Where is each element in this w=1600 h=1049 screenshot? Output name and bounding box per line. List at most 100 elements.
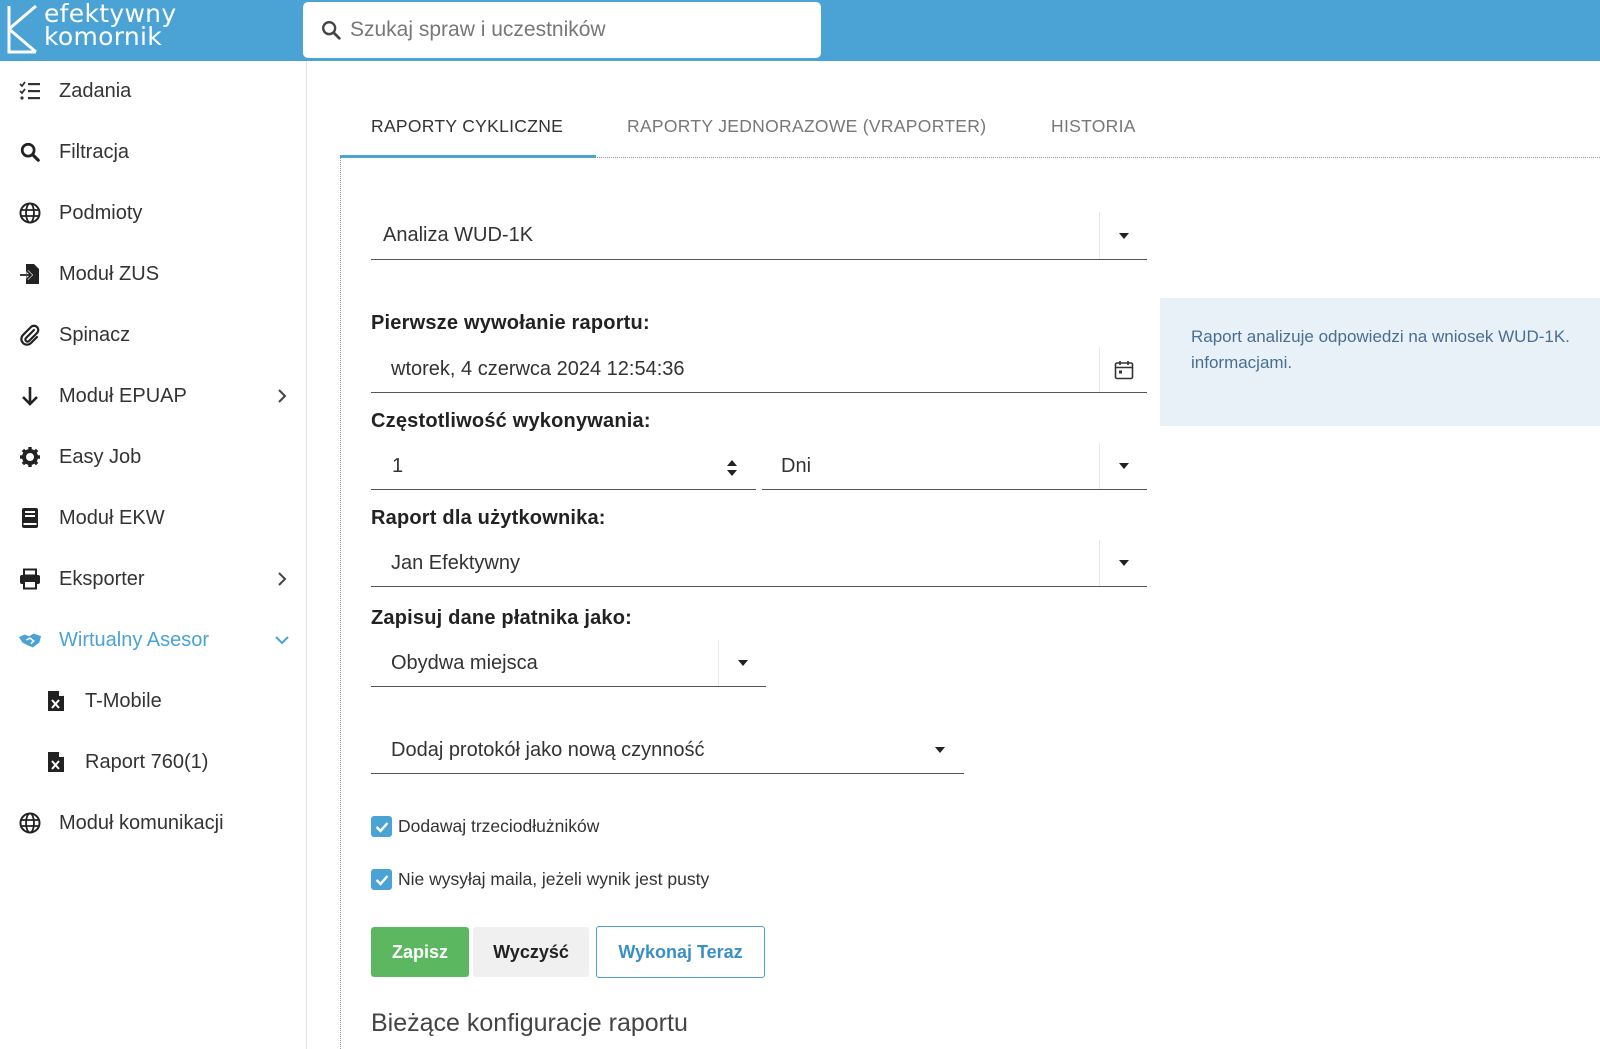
checkbox-nie-wysylaj-maila[interactable]: Nie wysyłaj maila, jeżeli wynik jest pus… — [371, 869, 709, 890]
sidebar-item-modul-komunikacji[interactable]: Moduł komunikacji — [0, 797, 306, 849]
checkbox-checked[interactable] — [371, 816, 392, 837]
sidebar-item-label: Spinacz — [59, 323, 131, 346]
sidebar-item-label: Wirtualny Asesor — [59, 628, 210, 651]
info-text: Raport analizuje odpowiedzi na wniosek W… — [1191, 327, 1570, 372]
handshake-icon — [18, 628, 42, 652]
payer-select[interactable]: Obydwa miejsca — [371, 640, 766, 687]
sidebar-item-wirtualny-asesor[interactable]: Wirtualny Asesor — [0, 614, 306, 666]
sidebar-item-label: T-Mobile — [85, 689, 162, 712]
dropdown-toggle[interactable] — [1099, 540, 1147, 586]
sidebar-item-label: Filtracja — [59, 140, 130, 163]
file-import-icon — [18, 262, 42, 286]
sidebar-item-raport-760[interactable]: Raport 760(1) — [0, 736, 306, 788]
report-tabs: RAPORTY CYKLICZNE RAPORTY JEDNORAZOWE (V… — [340, 100, 1600, 158]
chevron-right-icon — [278, 572, 287, 586]
caret-down-icon — [1118, 232, 1129, 239]
user-label: Raport dla użytkownika: — [371, 507, 606, 529]
payer-label: Zapisuj dane płatnika jako: — [371, 607, 633, 629]
checkbox-label: Nie wysyłaj maila, jeżeli wynik jest pus… — [398, 869, 710, 889]
search-box[interactable] — [303, 2, 821, 58]
protocol-value: Dodaj protokół jako nową czynność — [391, 738, 705, 761]
logo-line2: komornik — [44, 22, 163, 51]
tab-historia[interactable]: HISTORIA — [1051, 116, 1136, 137]
report-type-value: Analiza WUD-1K — [383, 224, 534, 246]
checkbox-dodawaj-trzeciodluznikow[interactable]: Dodawaj trzeciodłużników — [371, 816, 599, 837]
sidebar-item-label: Raport 760(1) — [85, 750, 209, 773]
checkmark-icon — [375, 874, 388, 886]
caret-down-icon — [935, 747, 945, 753]
sidebar-item-easy-job[interactable]: Easy Job — [0, 431, 306, 483]
sidebar-item-label: Moduł ZUS — [59, 262, 160, 285]
payer-value: Obydwa miejsca — [391, 651, 538, 674]
search-icon — [322, 21, 341, 40]
top-bar: efektywny komornik — [0, 0, 1600, 61]
dropdown-toggle[interactable] — [916, 727, 964, 773]
frequency-number-input[interactable]: 1 — [371, 443, 756, 490]
sidebar-item-modul-epuap[interactable]: Moduł EPUAP — [0, 370, 306, 422]
sidebar-item-zadania[interactable]: Zadania — [0, 65, 306, 117]
sidebar-item-label: Moduł EPUAP — [59, 384, 187, 407]
sidebar-item-spinacz[interactable]: Spinacz — [0, 309, 306, 361]
run-now-button[interactable]: Wykonaj Teraz — [596, 926, 765, 978]
calendar-button[interactable] — [1099, 347, 1147, 392]
user-select[interactable]: Jan Efektywny — [371, 540, 1147, 587]
user-value: Jan Efektywny — [391, 551, 520, 574]
chevron-right-icon — [278, 389, 287, 403]
search-icon — [18, 140, 42, 164]
first-call-datetime-input[interactable]: wtorek, 4 czerwca 2024 12:54:36 — [371, 347, 1147, 393]
save-button[interactable]: Zapisz — [371, 927, 469, 977]
globe-icon — [18, 811, 42, 835]
sidebar-item-label: Eksporter — [59, 567, 145, 590]
frequency-label: Częstotliwość wykonywania: — [371, 410, 651, 432]
arrow-down-icon — [18, 384, 42, 408]
stepper-icon[interactable] — [726, 459, 738, 477]
first-call-value: wtorek, 4 czerwca 2024 12:54:36 — [391, 358, 685, 380]
printer-icon — [18, 567, 42, 591]
sidebar-item-modul-ekw[interactable]: Moduł EKW — [0, 492, 306, 544]
frequency-unit-select[interactable]: Dni — [762, 443, 1147, 490]
book-icon — [18, 506, 42, 530]
active-tab-indicator — [340, 155, 596, 158]
sidebar-item-label: Zadania — [59, 79, 132, 102]
logo-text: efektywny komornik — [44, 1, 176, 51]
logo-k-mark — [7, 4, 37, 54]
dropdown-toggle[interactable] — [1099, 212, 1147, 259]
checkmark-icon — [375, 821, 388, 833]
paperclip-icon — [18, 323, 42, 347]
frequency-unit-value: Dni — [781, 454, 812, 477]
sidebar-item-label: Moduł komunikacji — [59, 811, 224, 834]
globe-icon — [18, 201, 42, 225]
calendar-icon — [1114, 360, 1133, 379]
sidebar-item-t-mobile[interactable]: T-Mobile — [0, 675, 306, 727]
frequency-value: 1 — [392, 454, 404, 477]
info-box: Raport analizuje odpowiedzi na wniosek W… — [1160, 298, 1600, 426]
logo[interactable]: efektywny komornik — [4, 1, 194, 56]
dropdown-toggle[interactable] — [718, 640, 766, 686]
chevron-down-icon — [275, 636, 289, 645]
excel-file-icon — [44, 750, 68, 774]
tab-raporty-cykliczne[interactable]: RAPORTY CYKLICZNE — [371, 116, 563, 137]
caret-down-icon — [737, 660, 748, 666]
sidebar-item-label: Moduł EKW — [59, 506, 165, 529]
search-input[interactable] — [350, 18, 790, 42]
sidebar-item-filtracja[interactable]: Filtracja — [0, 126, 306, 178]
sidebar: Zadania Filtracja Podmioty Moduł ZUS Spi… — [0, 61, 307, 1049]
first-call-label: Pierwsze wywołanie raportu: — [371, 312, 650, 334]
sidebar-item-eksporter[interactable]: Eksporter — [0, 553, 306, 605]
sidebar-item-modul-zus[interactable]: Moduł ZUS — [0, 248, 306, 300]
tab-raporty-jednorazowe[interactable]: RAPORTY JEDNORAZOWE (VRAPORTER) — [627, 116, 986, 137]
dropdown-toggle[interactable] — [1099, 443, 1147, 489]
checkbox-checked[interactable] — [371, 869, 392, 890]
caret-down-icon — [1118, 560, 1129, 566]
sidebar-item-label: Easy Job — [59, 445, 142, 468]
excel-file-icon — [44, 689, 68, 713]
panel-border — [340, 158, 341, 1049]
clear-button[interactable]: Wyczyść — [473, 927, 589, 977]
protocol-select[interactable]: Dodaj protokół jako nową czynność — [371, 727, 964, 774]
sidebar-item-podmioty[interactable]: Podmioty — [0, 187, 306, 239]
gear-icon — [18, 445, 42, 469]
checkbox-label: Dodawaj trzeciodłużników — [398, 816, 600, 836]
caret-down-icon — [1118, 463, 1129, 469]
report-type-select[interactable]: Analiza WUD-1K — [371, 212, 1147, 260]
task-list-icon — [18, 79, 42, 103]
